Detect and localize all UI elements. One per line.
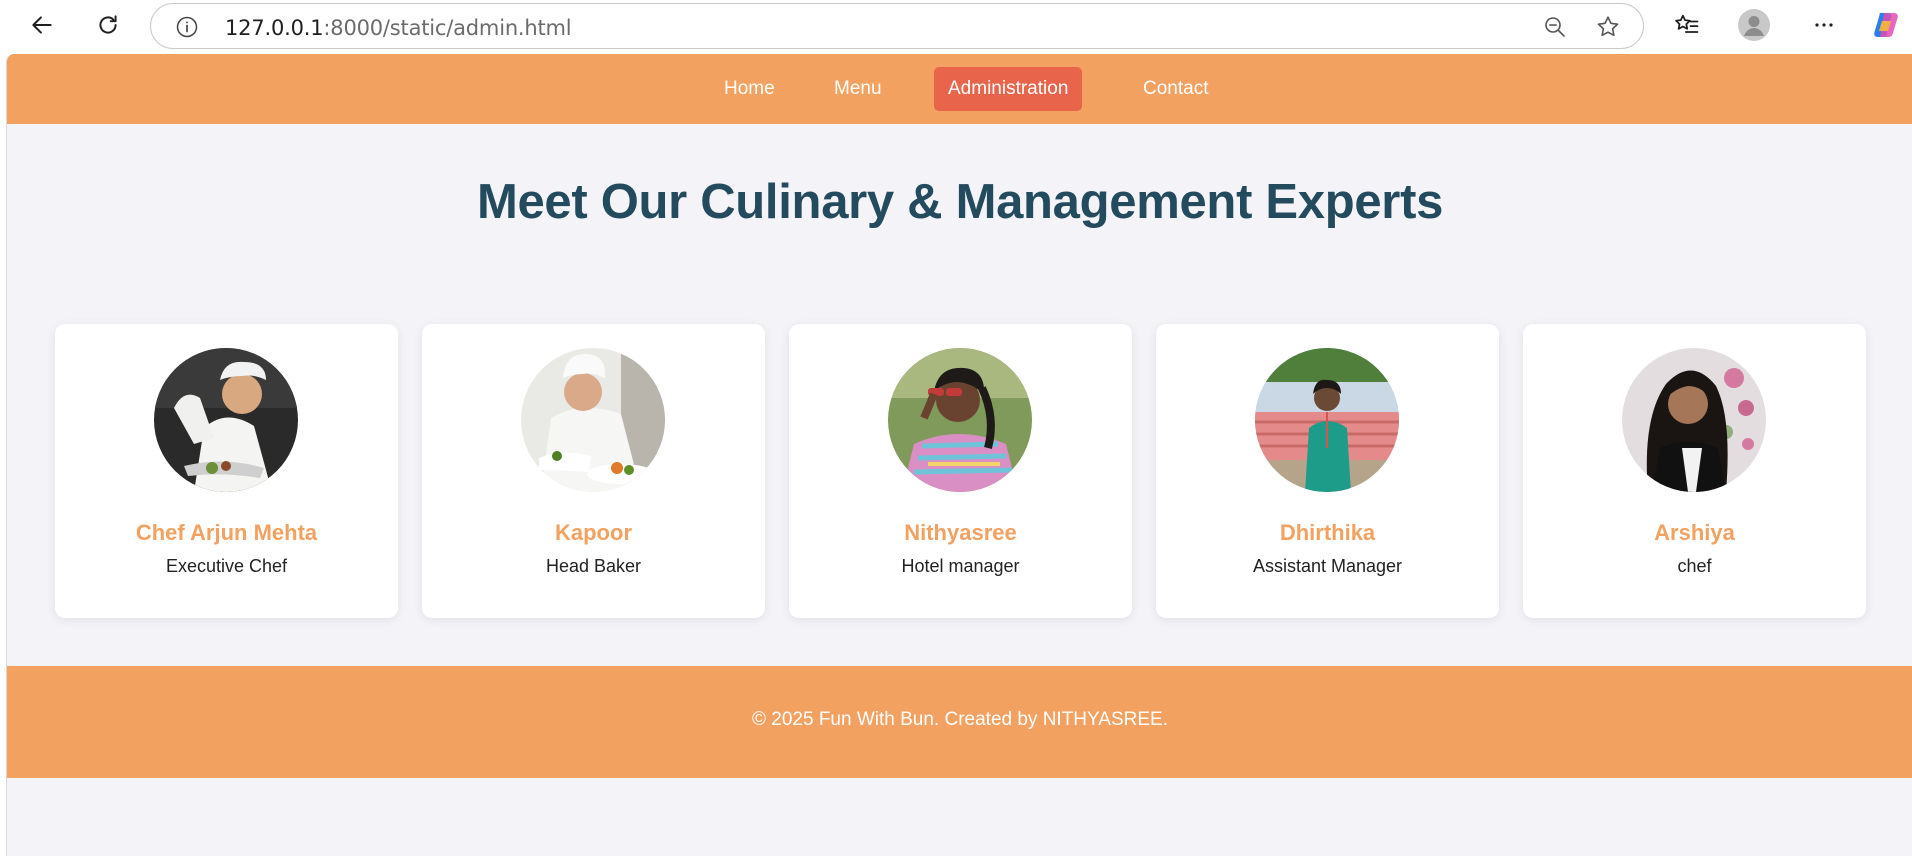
member-role: Hotel manager [901, 556, 1020, 576]
copilot-icon[interactable] [1868, 7, 1904, 43]
more-options-icon[interactable] [1806, 7, 1842, 43]
member-role: Executive Chef [165, 556, 288, 576]
nav-administration[interactable]: Administration [934, 67, 1083, 111]
site-info-icon[interactable] [175, 15, 199, 39]
zoom-out-icon[interactable] [1543, 15, 1567, 39]
avatar [888, 348, 1032, 492]
url-text[interactable]: 127.0.0.1:8000/static/admin.html [225, 16, 572, 40]
favorite-star-icon[interactable] [1595, 14, 1621, 40]
avatar [1255, 348, 1399, 492]
page-viewport: Home Menu Administration Contact Meet Ou… [6, 54, 1912, 856]
favorites-icon[interactable] [1669, 7, 1705, 43]
profile-avatar-icon[interactable] [1736, 7, 1772, 43]
team-card: Kapoor Head Baker [422, 324, 765, 618]
avatar [1622, 348, 1766, 492]
member-name: Dhirthika [1279, 520, 1376, 545]
avatar [154, 348, 298, 492]
team-card: Arshiya chef [1523, 324, 1866, 618]
reload-icon[interactable] [90, 7, 126, 43]
member-name: Chef Arjun Mehta [135, 520, 318, 545]
team-card: Dhirthika Assistant Manager [1156, 324, 1499, 618]
address-bar[interactable]: 127.0.0.1:8000/static/admin.html [150, 3, 1644, 49]
url-path: :8000/static/admin.html [323, 16, 572, 40]
member-role: Assistant Manager [1252, 556, 1403, 576]
member-name: Arshiya [1654, 520, 1735, 545]
footer: © 2025 Fun With Bun. Created by NITHYASR… [7, 666, 1912, 778]
team-card: Nithyasree Hotel manager [789, 324, 1132, 618]
navbar: Home Menu Administration Contact [7, 54, 1912, 124]
back-arrow-icon[interactable] [24, 7, 60, 43]
nav-home[interactable]: Home [710, 67, 789, 111]
page-title: Meet Our Culinary & Management Experts [476, 175, 1444, 229]
nav-menu[interactable]: Menu [820, 67, 896, 111]
team-card: Chef Arjun Mehta Executive Chef [55, 324, 398, 618]
member-name: Kapoor [555, 520, 632, 545]
url-host: 127.0.0.1 [225, 16, 324, 40]
member-role: chef [1677, 556, 1712, 576]
avatar [521, 348, 665, 492]
member-name: Nithyasree [904, 520, 1017, 545]
member-role: Head Baker [545, 556, 642, 576]
browser-toolbar: 127.0.0.1:8000/static/admin.html [0, 0, 1912, 54]
nav-contact[interactable]: Contact [1129, 67, 1222, 111]
footer-copyright: © 2025 Fun With Bun. Created by NITHYASR… [752, 709, 1168, 730]
